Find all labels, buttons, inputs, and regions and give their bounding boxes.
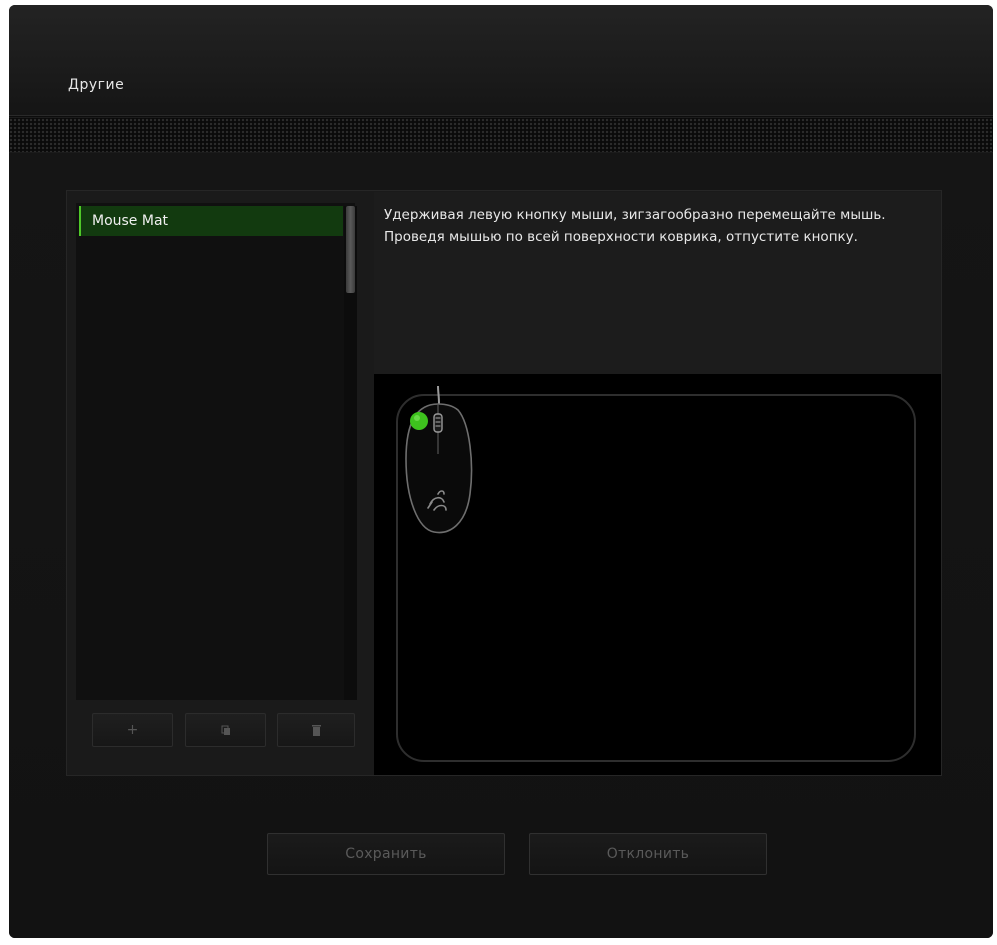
delete-surface-button[interactable] (277, 713, 355, 747)
instructions-panel: Удерживая левую кнопку мыши, зигзагообра… (374, 192, 941, 374)
cancel-button[interactable]: Отклонить (529, 833, 767, 875)
list-scrollbar[interactable] (344, 206, 357, 700)
save-button[interactable]: Сохранить (267, 833, 505, 875)
mouse-mat-preview (374, 374, 941, 775)
header-divider-band (9, 117, 993, 153)
header-bar: Другие (9, 5, 993, 116)
calibration-panel: Mouse Mat + Удерживая левую кнопку мыши,… (66, 190, 942, 776)
mouse-illustration (405, 385, 473, 534)
list-item-mouse-mat[interactable]: Mouse Mat (79, 206, 343, 236)
add-surface-button[interactable]: + (92, 713, 173, 747)
scrollbar-thumb[interactable] (346, 206, 355, 293)
instructions-text: Удерживая левую кнопку мыши, зигзагообра… (384, 207, 886, 245)
page-title: Другие (68, 77, 125, 93)
plus-icon: + (126, 722, 139, 738)
trash-icon (311, 725, 321, 736)
copy-surface-button[interactable] (185, 713, 266, 747)
list-item-label: Mouse Mat (92, 213, 169, 229)
copy-icon (221, 725, 230, 735)
surface-list: Mouse Mat (76, 203, 357, 700)
